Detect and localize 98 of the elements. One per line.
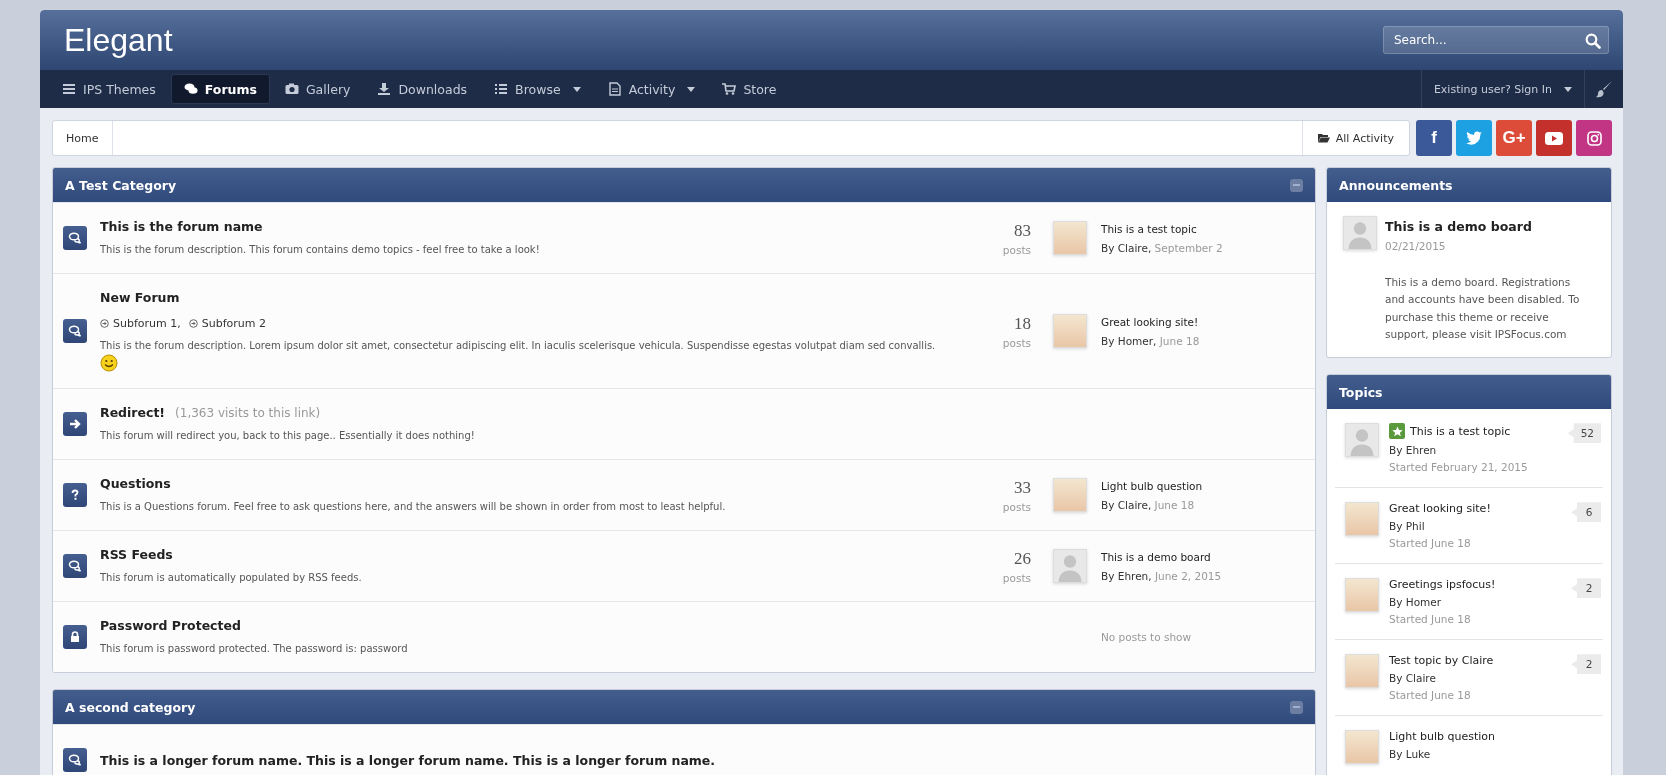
last-post-link[interactable]: This is a demo board (1101, 550, 1222, 563)
arrow-circle-icon (100, 319, 109, 328)
topic-author: By Claire (1389, 672, 1437, 685)
author-name: By Homer, (1101, 334, 1157, 347)
forum-description: This forum will redirect you, back to this page.. Essentially it does nothing! (100, 429, 476, 443)
no-posts-text: No posts to show (1101, 631, 1192, 643)
social-link[interactable] (1456, 120, 1492, 156)
nav-tab[interactable]: Forums (170, 74, 270, 104)
post-count: 83 (1014, 220, 1031, 241)
sign-in-link[interactable]: Existing user? Sign In (1420, 70, 1584, 108)
social-link[interactable] (1536, 120, 1572, 156)
social-link[interactable]: G+ (1496, 120, 1532, 156)
author-name: By Claire, (1101, 498, 1152, 511)
download-icon (377, 82, 392, 96)
social-link[interactable] (1576, 120, 1612, 156)
nav-tab[interactable]: Store (710, 75, 789, 103)
play-icon (1545, 131, 1563, 145)
nav-tab[interactable]: Activity (595, 75, 708, 103)
list-icon (494, 82, 509, 96)
topic-author: By Phil (1389, 520, 1426, 533)
forum-title-link[interactable]: This is a longer forum name. This is a longer forum name. This is a longer forum name. (100, 752, 716, 768)
nav-tab[interactable]: Gallery (272, 75, 363, 103)
visit-count: (1,363 visits to this link) (175, 406, 321, 420)
posts-label: posts (1002, 571, 1031, 584)
subforum-link[interactable]: Subforum 1, (100, 317, 181, 330)
announcement-title-link[interactable]: This is a demo board (1385, 219, 1532, 234)
menu-icon (62, 82, 76, 96)
posts-label: posts (1002, 500, 1031, 513)
post-date: September 2 (1154, 241, 1223, 254)
all-activity-link[interactable]: All Activity (1301, 121, 1409, 155)
site-logo[interactable]: Elegant (64, 21, 173, 59)
folder-icon (1317, 133, 1330, 143)
forum-description: This forum is password protected. The password is: password (100, 642, 409, 656)
widget-title: Announcements (1339, 177, 1453, 193)
camera-icon (284, 82, 299, 96)
topic-title-link[interactable]: Great looking site! (1389, 502, 1491, 516)
topic-author: By Luke (1389, 748, 1432, 761)
topic-start-date: Started June 18 (1389, 689, 1472, 702)
posts-label: posts (1002, 336, 1031, 349)
topic-title-link[interactable]: This is a test topic (1410, 424, 1511, 438)
last-post-link[interactable]: This is a test topic (1101, 222, 1223, 235)
category-title: A second category (65, 699, 196, 715)
nav-tab[interactable]: Browse (482, 75, 593, 103)
announcement-date: 02/21/2015 (1385, 240, 1447, 252)
reply-count: 52 (1567, 423, 1601, 444)
cart-icon (722, 82, 737, 96)
topic-author: By Ehren (1389, 444, 1438, 457)
topic-title-link[interactable]: Test topic by Claire (1389, 654, 1494, 668)
forum-description: This is a Questions forum. Feel free to ask questions here, and the answers will be shown in order from most to least helpful. (100, 500, 727, 514)
topic-start-date: Started February 21, 2015 (1389, 461, 1529, 474)
forum-description: This forum is automatically populated by RSS feeds. (100, 571, 363, 585)
bird-icon (1466, 131, 1482, 145)
forum-title-link[interactable]: Password Protected (100, 618, 241, 633)
post-date: June 18 (1154, 498, 1195, 511)
subforum-link[interactable]: Subforum 2 (188, 317, 266, 330)
post-count: 33 (1014, 477, 1031, 498)
social-link[interactable]: f (1416, 120, 1452, 156)
forum-title-link[interactable]: RSS Feeds (100, 547, 173, 562)
category-title: A Test Category (65, 177, 177, 193)
reply-count: 2 (1571, 654, 1601, 675)
forum-title-link[interactable]: Questions (100, 476, 171, 491)
posts-label: posts (1002, 243, 1031, 256)
forum-title-link[interactable]: Redirect! (100, 405, 166, 420)
collapse-button[interactable] (1290, 700, 1303, 714)
author-name: By Claire, (1101, 241, 1152, 254)
nav-tab[interactable]: IPS Themes (50, 75, 168, 103)
topic-title-link[interactable]: Greetings ipsfocus! (1389, 578, 1496, 592)
minus-icon (1293, 706, 1300, 708)
topic-title-link[interactable]: Light bulb question (1389, 730, 1495, 744)
announcement-text: This is a demo board. Registrations and accounts have been disabled. To purchase this theme or receive support, please visit IPSFocus.com (1385, 275, 1581, 342)
arrow-circle-icon (188, 319, 198, 328)
post-count: 18 (1014, 313, 1031, 334)
reply-count: 2 (1571, 578, 1601, 599)
nav-tab[interactable]: Downloads (365, 75, 480, 103)
collapse-button[interactable] (1290, 178, 1303, 192)
post-date: June 18 (1159, 334, 1200, 347)
post-date: June 2, 2015 (1154, 569, 1222, 582)
widget-title: Topics (1339, 384, 1383, 400)
file-icon (607, 82, 622, 96)
lock-icon (68, 630, 82, 644)
search-icon[interactable] (1585, 33, 1601, 49)
forum-title-link[interactable]: New Forum (100, 290, 180, 305)
topic-author: By Homer (1389, 596, 1443, 609)
last-post-link[interactable]: Light bulb question (1101, 479, 1203, 492)
author-name: By Ehren, (1101, 569, 1152, 582)
forum-description: This is the forum description. Lorem ipsum dolor sit amet, consectetur adipiscing elit. In iaculis scelerisque vehicula. Suspendisse egestas volutpat diam sed convallis. (100, 339, 937, 353)
topic-start-date: Started June 18 (1389, 613, 1472, 626)
paintbrush-icon[interactable] (1595, 80, 1613, 98)
forum-description: This is the forum description. This forum contains demo topics - feel free to take a look! (100, 243, 541, 257)
breadcrumb-link[interactable]: Home (53, 121, 114, 155)
camera-icon (1586, 130, 1602, 146)
forum-title-link[interactable]: This is the forum name (100, 219, 263, 234)
reply-count: 6 (1571, 502, 1601, 523)
minus-icon (1293, 184, 1300, 186)
arrow-icon (68, 417, 82, 431)
post-count: 26 (1014, 548, 1031, 569)
topic-start-date: Started June 18 (1389, 537, 1472, 550)
last-post-link[interactable]: Great looking site! (1101, 315, 1200, 328)
